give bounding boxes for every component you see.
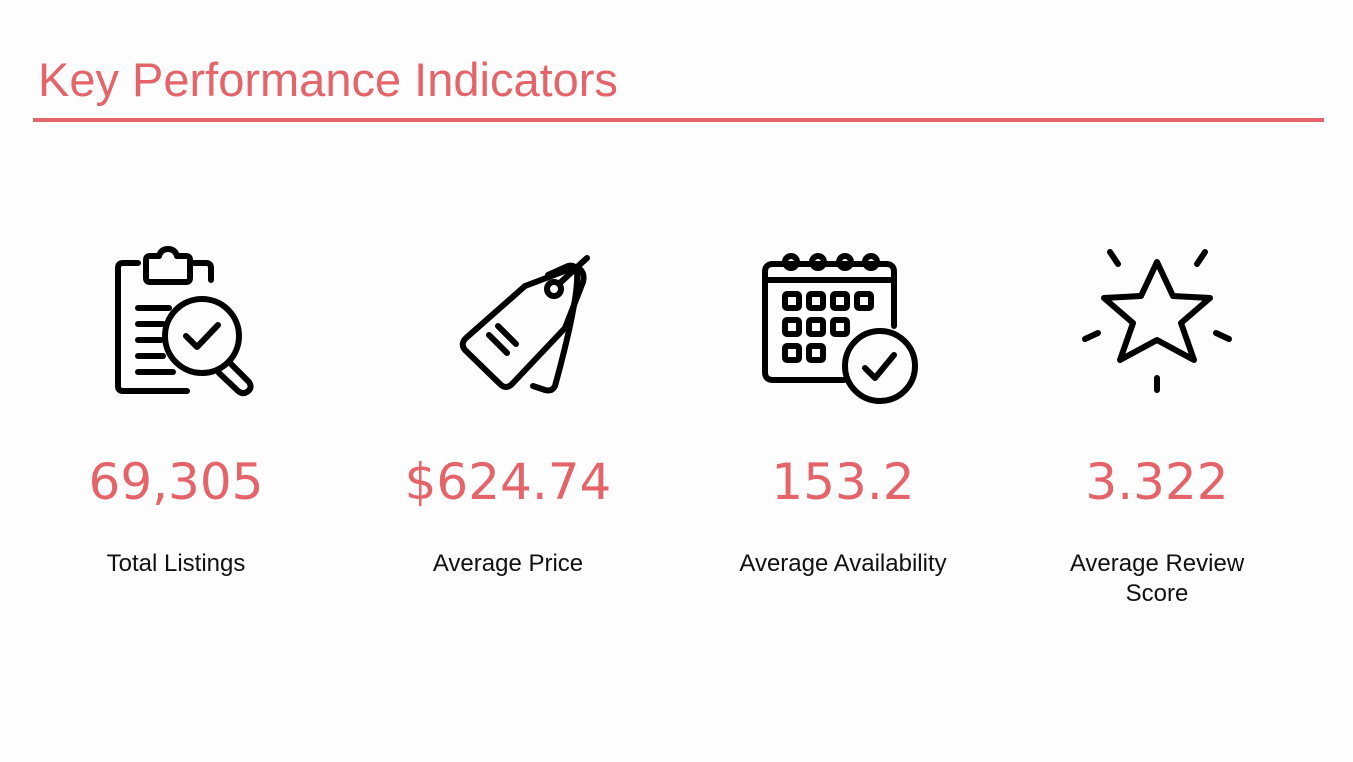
page-title: Key Performance Indicators (38, 53, 618, 106)
title-divider (33, 118, 1324, 122)
calendar-check-icon (758, 238, 928, 408)
kpi-label-average-review-score: Average Review Score (1069, 550, 1245, 607)
kpi-card-average-availability: 153.2 Average Availability (678, 238, 1008, 628)
kpi-value-average-availability: 153.2 (771, 453, 915, 511)
price-tag-icon (423, 238, 593, 408)
clipboard-search-icon (91, 238, 261, 408)
kpi-card-average-price: $624.74 Average Price (343, 238, 673, 628)
kpi-value-total-listings: 69,305 (88, 453, 264, 511)
kpi-label-total-listings: Total Listings (106, 550, 246, 577)
star-sparkle-icon (1072, 238, 1242, 408)
kpi-card-average-review-score: 3.322 Average Review Score (992, 238, 1322, 628)
kpi-label-average-availability: Average Availability (739, 550, 947, 577)
kpi-label-average-price: Average Price (432, 550, 584, 577)
kpi-value-average-review-score: 3.322 (1085, 453, 1229, 511)
kpi-value-average-price: $624.74 (404, 453, 612, 511)
kpi-card-total-listings: 69,305 Total Listings (11, 238, 341, 628)
